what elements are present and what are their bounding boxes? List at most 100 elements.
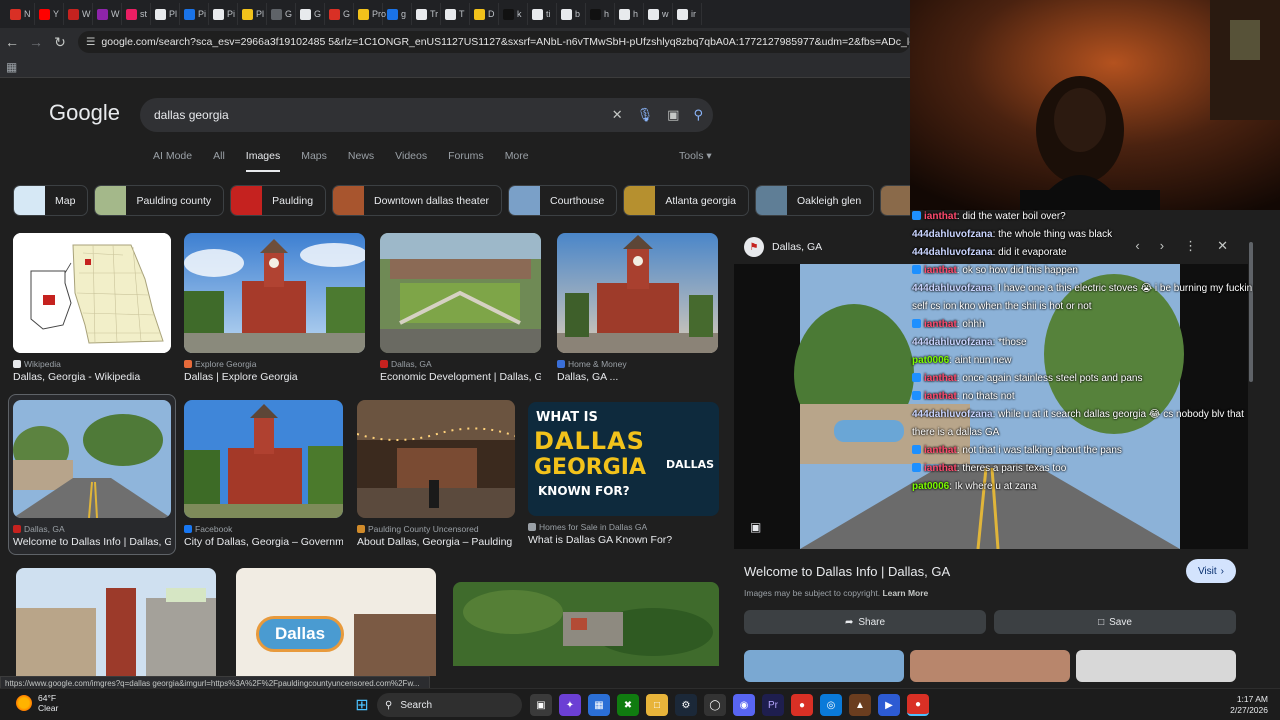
obs-icon[interactable]: ◯ (704, 694, 726, 716)
tools-button[interactable]: Tools ▾ (679, 150, 712, 162)
browser-tab[interactable]: Y (35, 3, 64, 25)
search-input[interactable]: dallas georgia (154, 108, 229, 122)
reload-icon[interactable]: ↻ (48, 30, 72, 54)
google-logo[interactable]: Google (49, 100, 120, 126)
result-title[interactable]: Welcome to Dallas Info | Dallas, GA (13, 536, 171, 548)
search-icon[interactable]: ⚲ (693, 107, 703, 123)
browser-tab[interactable]: W (93, 3, 122, 25)
result-title[interactable]: City of Dallas, Georgia – Governm... (184, 536, 343, 548)
copilot-icon[interactable]: ✦ (559, 694, 581, 716)
browser-tab[interactable]: Pi (180, 3, 209, 25)
learn-more-link[interactable]: Learn More (882, 588, 928, 598)
chip[interactable]: Atlanta georgia (623, 185, 749, 216)
browser-tab[interactable]: b (557, 3, 586, 25)
chip[interactable]: Paulding (230, 185, 327, 216)
chip[interactable]: Courthouse (508, 185, 618, 216)
result-thumbnail[interactable] (13, 233, 171, 353)
browser-tab[interactable]: D (470, 3, 499, 25)
result-thumbnail[interactable] (13, 400, 171, 518)
chip[interactable]: Map (13, 185, 89, 216)
result-thumbnail[interactable] (357, 400, 515, 518)
nav-tab-more[interactable]: More (505, 150, 529, 172)
result-thumbnail[interactable] (16, 568, 216, 676)
image-result[interactable]: Facebook City of Dallas, Georgia – Gover… (184, 400, 343, 548)
tune-icon[interactable]: ☰ (86, 36, 95, 48)
image-result[interactable]: Dallas, GA Economic Development | Dallas… (380, 233, 541, 383)
result-thumbnail[interactable]: WHAT IS DALLAS GEORGIA KNOWN FOR? DALLAS (528, 402, 719, 516)
related-image[interactable] (1076, 650, 1236, 682)
browser-tab[interactable]: Pi (209, 3, 238, 25)
browser-tab[interactable]: ti (528, 3, 557, 25)
browser-tab[interactable]: k (499, 3, 528, 25)
related-image[interactable] (744, 650, 904, 682)
edge-icon[interactable]: ◎ (820, 694, 842, 716)
nav-tab-ai-mode[interactable]: AI Mode (153, 150, 192, 172)
browser-tab[interactable]: w (644, 3, 673, 25)
browser-tab[interactable]: G (325, 3, 354, 25)
lens-search-icon[interactable]: ▣ (750, 520, 761, 534)
browser-tab[interactable]: Tr (412, 3, 441, 25)
browser-tab[interactable]: G (296, 3, 325, 25)
task-view-icon[interactable]: ▣ (530, 694, 552, 716)
browser-tab[interactable]: Pl (151, 3, 180, 25)
preview-site[interactable]: ⚑ Dallas, GA (744, 237, 822, 257)
browser-tab[interactable]: Pro (354, 3, 386, 25)
file-explorer-icon[interactable]: □ (646, 694, 668, 716)
result-thumbnail[interactable] (557, 233, 718, 353)
discord-icon[interactable]: ◉ (733, 694, 755, 716)
related-image[interactable] (910, 650, 1070, 682)
taskbar-search[interactable]: ⚲ Search (377, 693, 522, 717)
browser-tab[interactable]: Pl (238, 3, 267, 25)
result-title[interactable]: Economic Development | Dallas, GA (380, 371, 541, 383)
nav-tab-news[interactable]: News (348, 150, 374, 172)
system-clock[interactable]: 1:17 AM 2/27/2026 (1230, 694, 1268, 716)
browser-tab[interactable]: g (383, 3, 412, 25)
result-thumbnail[interactable] (184, 400, 343, 518)
windows-start-icon[interactable]: ⊞ (351, 694, 373, 716)
image-result[interactable]: Dallas (236, 568, 436, 676)
result-title[interactable]: Dallas | Explore Georgia (184, 371, 365, 383)
visit-button[interactable]: Visit › (1185, 559, 1236, 583)
store-icon[interactable]: ▦ (588, 694, 610, 716)
weather-widget[interactable]: 64°F Clear (16, 693, 58, 713)
xbox-icon[interactable]: ✖ (617, 694, 639, 716)
app-icon[interactable]: ▶ (878, 694, 900, 716)
browser-tab[interactable]: T (441, 3, 470, 25)
browser-tab[interactable]: st (122, 3, 151, 25)
result-title[interactable]: About Dallas, Georgia – Paulding ... (357, 536, 515, 548)
image-result[interactable]: Dallas, GA Welcome to Dallas Info | Dall… (13, 400, 171, 548)
nav-tab-forums[interactable]: Forums (448, 150, 484, 172)
browser-tab[interactable]: h (615, 3, 644, 25)
app-icon[interactable]: ▲ (849, 694, 871, 716)
image-result[interactable]: Explore Georgia Dallas | Explore Georgia (184, 233, 365, 383)
result-title[interactable]: Dallas, Georgia - Wikipedia (13, 371, 171, 383)
lens-icon[interactable]: ▣ (667, 107, 679, 123)
chip[interactable]: Paulding county (94, 185, 225, 216)
microphone-icon[interactable]: 🎙 (637, 107, 654, 123)
share-button[interactable]: ➦ Share (744, 610, 986, 634)
clear-icon[interactable]: ✕ (612, 107, 623, 123)
browser-tab[interactable]: N (6, 3, 35, 25)
steam-icon[interactable]: ⚙ (675, 694, 697, 716)
image-result[interactable]: Home & Money Dallas, GA ... (557, 233, 718, 383)
image-result[interactable]: Wikipedia Dallas, Georgia - Wikipedia (13, 233, 171, 383)
nav-tab-maps[interactable]: Maps (301, 150, 327, 172)
result-thumbnail[interactable]: Dallas (236, 568, 436, 676)
search-box[interactable]: dallas georgia ✕ 🎙 ▣ ⚲ (140, 98, 713, 132)
chrome-active-icon[interactable]: ● (907, 694, 929, 716)
image-result[interactable] (16, 568, 216, 676)
browser-tab[interactable]: h (586, 3, 615, 25)
chip[interactable]: Downtown dallas theater (332, 185, 503, 216)
result-thumbnail[interactable] (184, 233, 365, 353)
image-result[interactable]: WHAT IS DALLAS GEORGIA KNOWN FOR? DALLAS… (528, 402, 719, 546)
result-title[interactable]: Dallas, GA ... (557, 371, 718, 383)
preview-title[interactable]: Welcome to Dallas Info | Dallas, GA (744, 564, 950, 579)
browser-tab[interactable]: G (267, 3, 296, 25)
forward-icon[interactable]: → (24, 30, 48, 54)
back-icon[interactable]: ← (0, 30, 24, 54)
result-title[interactable]: What is Dallas GA Known For? (528, 534, 719, 546)
result-thumbnail[interactable] (453, 582, 719, 666)
chrome-icon[interactable]: ● (791, 694, 813, 716)
save-button[interactable]: □ Save (994, 610, 1236, 634)
result-thumbnail[interactable] (380, 233, 541, 353)
